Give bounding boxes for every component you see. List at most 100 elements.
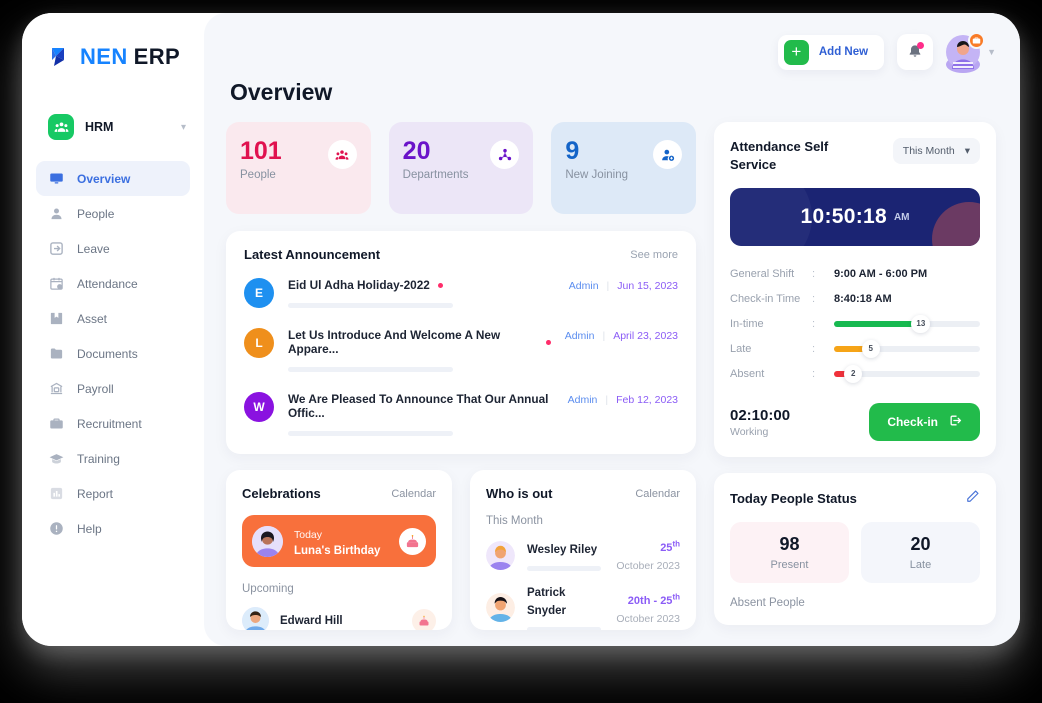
who-is-out-header: Who is out Calendar (486, 486, 680, 501)
announcement-meta: Admin | April 23, 2023 (565, 328, 678, 342)
stat-label: Departments (402, 169, 469, 182)
announcement-row[interactable]: W We Are Pleased To Announce That Our An… (244, 376, 678, 440)
person-avatar (486, 593, 515, 622)
stat-value: 101 (240, 137, 282, 165)
left-column: 101 People 20 Departments 9 New Joining … (226, 122, 697, 630)
dropdown-value: This Month (902, 145, 955, 157)
sidebar-item-label: Payroll (77, 381, 114, 396)
folder-icon (48, 346, 64, 362)
status-label: Present (770, 559, 809, 572)
module-switcher-hrm[interactable]: HRM ▾ (22, 107, 204, 147)
out-row[interactable]: Wesley Riley 25th October 2023 (486, 538, 680, 572)
meta-divider: | (605, 394, 609, 406)
attendance-row-in-time: In-time : 13 (730, 311, 980, 336)
plus-icon: + (783, 39, 809, 65)
people-group-icon (48, 114, 74, 140)
stat-card-new-joining[interactable]: 9 New Joining (551, 122, 697, 214)
app-logo[interactable]: NEN ERP (22, 35, 204, 79)
out-row[interactable]: Patrick Snyder 20th - 25th October 2023 (486, 583, 680, 630)
attendance-row-late: Late : 5 (730, 336, 980, 361)
upcoming-row[interactable]: Edward Hill (242, 607, 436, 630)
announcement-author: Admin (567, 394, 598, 406)
monitor-icon (48, 171, 64, 187)
check-in-button[interactable]: Check-in (869, 403, 980, 442)
add-new-button[interactable]: + Add New (777, 34, 885, 70)
person-placeholder-bar (527, 627, 601, 630)
announcement-date: Feb 12, 2023 (616, 394, 678, 406)
announcement-avatar: W (244, 392, 274, 422)
calendar-link[interactable]: Calendar (635, 488, 680, 500)
nen-logo-icon (50, 45, 76, 69)
info-circle-icon (48, 521, 64, 537)
row-separator: : (812, 317, 816, 330)
announcement-meta: Admin | Jun 15, 2023 (569, 278, 678, 292)
row-separator: : (812, 342, 816, 355)
meta-divider: | (602, 330, 606, 342)
bar-chart-icon (48, 486, 64, 502)
celebration-today[interactable]: Today Luna's Birthday (242, 515, 436, 567)
celebration-when: Today (294, 529, 323, 541)
in-time-progress: 13 (834, 314, 980, 333)
network-icon (490, 140, 520, 169)
announcement-date: Jun 15, 2023 (617, 280, 678, 292)
celebration-text: Luna's Birthday (294, 545, 381, 557)
sidebar-item-report[interactable]: Report (36, 476, 190, 511)
announcement-meta: Admin | Feb 12, 2023 (568, 392, 678, 406)
attendance-period-dropdown[interactable]: This Month ▾ (892, 138, 980, 164)
today-people-status-header: Today People Status (730, 489, 980, 508)
notifications-button[interactable] (897, 34, 934, 70)
row-key: Check-in Time (730, 292, 801, 305)
announcement-row[interactable]: E Eid Ul Adha Holiday-2022 Admin | Jun 1… (244, 262, 678, 312)
absent-progress: 2 (834, 364, 980, 383)
avatar[interactable] (946, 32, 986, 73)
stat-card-people[interactable]: 101 People (226, 122, 371, 214)
status-value: 20 (910, 534, 931, 555)
row-separator: : (812, 292, 816, 305)
main-content: + Add New ▼ Overview 101 People 20 Depar… (204, 13, 1020, 646)
sidebar-item-asset[interactable]: Asset (36, 301, 190, 336)
app-window: NEN ERP HRM ▾ Overview People Leave Atte… (22, 13, 1020, 646)
announcement-author: Admin (568, 280, 599, 292)
briefcase-badge-icon (968, 32, 986, 49)
sidebar-item-attendance[interactable]: Attendance (36, 266, 190, 301)
login-arrow-icon (949, 414, 962, 430)
see-more-link[interactable]: See more (630, 249, 678, 261)
pencil-icon[interactable] (966, 489, 980, 508)
row-key: Absent (730, 367, 765, 380)
sidebar-item-help[interactable]: Help (36, 511, 190, 546)
caret-down-icon[interactable]: ▼ (987, 47, 996, 57)
calendar-link[interactable]: Calendar (391, 488, 436, 500)
stat-card-departments[interactable]: 20 Departments (388, 122, 534, 214)
sidebar-item-recruitment[interactable]: Recruitment (36, 406, 190, 441)
announcement-row[interactable]: L Let Us Introduce And Welcome A New App… (244, 312, 678, 376)
unread-dot (437, 282, 443, 288)
status-tile-late[interactable]: 20 Late (861, 522, 980, 584)
sidebar-item-training[interactable]: Training (36, 441, 190, 476)
stat-label: New Joining (565, 169, 628, 182)
page-title: Overview (230, 79, 333, 105)
sidebar-item-overview[interactable]: Overview (36, 161, 190, 196)
sidebar-item-label: Training (77, 451, 120, 466)
calendar-check-icon (48, 276, 64, 292)
person-name: Patrick Snyder (527, 587, 566, 617)
chevron-down-icon[interactable]: ▾ (181, 122, 186, 133)
absent-value: 2 (844, 364, 863, 383)
sidebar-item-payroll[interactable]: Payroll (36, 371, 190, 406)
stat-cards: 101 People 20 Departments 9 New Joining (226, 122, 697, 214)
working-time: 02:10:00 Working (730, 407, 790, 438)
cake-icon (412, 608, 436, 630)
profile-menu[interactable]: ▼ (946, 32, 996, 73)
dashboard-grid: 101 People 20 Departments 9 New Joining … (226, 122, 996, 630)
row-key: General Shift (730, 267, 795, 280)
sidebar-item-leave[interactable]: Leave (36, 231, 190, 266)
sidebar-item-documents[interactable]: Documents (36, 336, 190, 371)
unread-dot (546, 339, 551, 345)
status-tile-present[interactable]: 98 Present (730, 522, 849, 584)
person-name: Wesley Riley (527, 543, 598, 556)
sidebar-item-people[interactable]: People (36, 196, 190, 231)
sidebar-item-label: Documents (77, 346, 138, 361)
meta-divider: | (606, 280, 610, 292)
row-separator: : (812, 367, 816, 380)
graduation-cap-icon (48, 451, 64, 467)
logo-nen-text: NEN (80, 44, 128, 69)
